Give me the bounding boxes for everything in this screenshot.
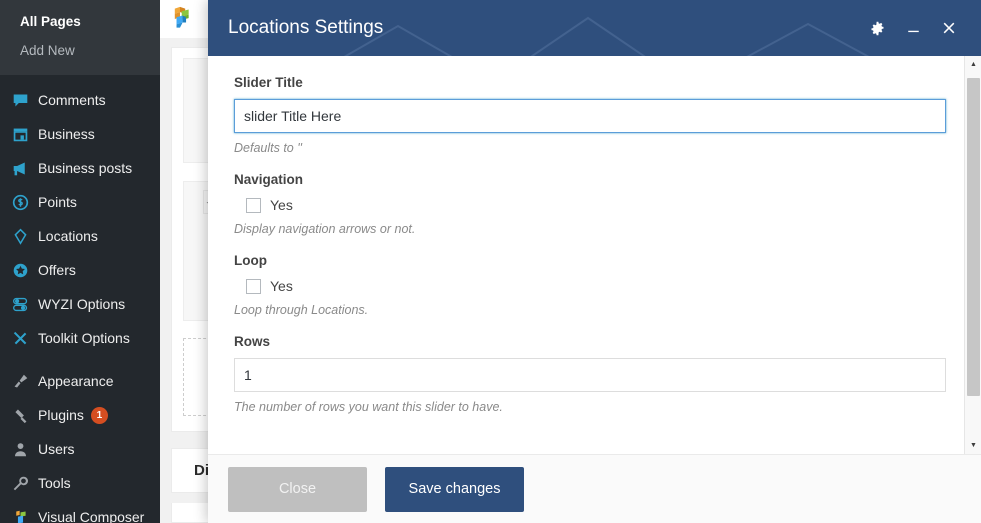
minimize-icon[interactable] bbox=[903, 18, 923, 38]
star-circle-icon bbox=[12, 260, 38, 280]
tools-cross-icon bbox=[12, 328, 38, 348]
checkbox-label: Yes bbox=[270, 197, 293, 213]
modal-footer: Close Save changes bbox=[208, 454, 981, 523]
slider-title-input[interactable] bbox=[234, 99, 946, 133]
admin-sidebar: All Pages Add New Comments Business Busi… bbox=[0, 0, 160, 523]
screen-root: ◀ Di All Pages Add New Comments bbox=[0, 0, 981, 523]
modal-scrollbar[interactable]: ▲ ▼ bbox=[964, 56, 981, 454]
field-slider-title: Slider Title Defaults to '' bbox=[234, 74, 946, 157]
sidebar-item-appearance[interactable]: Appearance bbox=[0, 364, 160, 398]
visual-composer-logo bbox=[174, 6, 189, 28]
checkbox-label: Yes bbox=[270, 278, 293, 294]
toggles-icon bbox=[12, 294, 38, 314]
sidebar-item-visual-composer[interactable]: Visual Composer bbox=[0, 500, 160, 523]
wrench-icon bbox=[12, 473, 38, 493]
field-loop: Loop Yes Loop through Locations. bbox=[234, 252, 938, 319]
sidebar-item-wyzi-options[interactable]: WYZI Options bbox=[0, 287, 160, 321]
close-button[interactable]: Close bbox=[228, 466, 367, 512]
comments-icon bbox=[12, 90, 38, 110]
dollar-circle-icon bbox=[12, 192, 38, 212]
save-changes-button[interactable]: Save changes bbox=[385, 466, 524, 512]
field-description: The number of rows you want this slider … bbox=[234, 400, 503, 414]
close-icon[interactable] bbox=[939, 18, 959, 38]
field-label: Loop bbox=[234, 253, 267, 268]
sidebar-item-add-new[interactable]: Add New bbox=[0, 36, 160, 65]
sidebar-item-label: Visual Composer bbox=[38, 509, 145, 523]
sidebar-item-label: Toolkit Options bbox=[38, 330, 130, 346]
modal-title: Locations Settings bbox=[228, 17, 384, 38]
marker-outline-icon bbox=[12, 226, 38, 246]
loop-checkbox[interactable] bbox=[246, 278, 261, 294]
field-description: Defaults to '' bbox=[234, 141, 302, 155]
sidebar-item-all-pages[interactable]: All Pages bbox=[0, 7, 160, 36]
sidebar-menu-list: Comments Business Business posts Points … bbox=[0, 75, 160, 523]
scrollbar-thumb[interactable] bbox=[967, 78, 980, 396]
vc-blocks-icon bbox=[12, 507, 38, 523]
loop-checkbox-row[interactable]: Yes bbox=[246, 277, 938, 295]
plug-icon bbox=[12, 405, 38, 425]
sidebar-item-points[interactable]: Points bbox=[0, 185, 160, 219]
sidebar-item-locations[interactable]: Locations bbox=[0, 219, 160, 253]
sidebar-item-label: Business posts bbox=[38, 160, 133, 176]
sidebar-item-comments[interactable]: Comments bbox=[0, 83, 160, 117]
sidebar-item-label: Users bbox=[38, 441, 75, 457]
field-description: Loop through Locations. bbox=[234, 303, 369, 317]
sidebar-item-business[interactable]: Business bbox=[0, 117, 160, 151]
sidebar-item-plugins[interactable]: Plugins 1 bbox=[0, 398, 160, 432]
sidebar-item-tools[interactable]: Tools bbox=[0, 466, 160, 500]
sidebar-item-business-posts[interactable]: Business posts bbox=[0, 151, 160, 185]
settings-form: Slider Title Defaults to '' Navigation Y… bbox=[208, 56, 964, 454]
paintbrush-icon bbox=[12, 371, 38, 391]
sidebar-item-toolkit-options[interactable]: Toolkit Options bbox=[0, 321, 160, 355]
modal-body: Slider Title Defaults to '' Navigation Y… bbox=[208, 56, 981, 454]
locations-settings-modal: Locations Settings Slider Title slider T… bbox=[208, 0, 981, 523]
sidebar-separator bbox=[0, 355, 160, 364]
megaphone-icon bbox=[12, 158, 38, 178]
sidebar-item-users[interactable]: Users bbox=[0, 432, 160, 466]
sidebar-item-label: Points bbox=[38, 194, 77, 210]
field-description: Display navigation arrows or not. bbox=[234, 222, 416, 236]
sidebar-item-label: Locations bbox=[38, 228, 98, 244]
sidebar-item-label: Appearance bbox=[38, 373, 114, 389]
field-label: Rows bbox=[234, 334, 271, 349]
storefront-icon bbox=[12, 124, 38, 144]
sidebar-item-label: Plugins bbox=[38, 407, 84, 423]
editor-bottom-panel-label: Di bbox=[194, 462, 209, 479]
gear-icon[interactable] bbox=[867, 18, 887, 38]
modal-header: Locations Settings bbox=[208, 0, 981, 56]
modal-header-actions bbox=[867, 18, 959, 38]
navigation-checkbox[interactable] bbox=[246, 197, 261, 213]
field-navigation: Navigation Yes Display navigation arrows… bbox=[234, 171, 938, 238]
scroll-up-icon[interactable]: ▲ bbox=[965, 56, 981, 73]
sidebar-item-offers[interactable]: Offers bbox=[0, 253, 160, 287]
navigation-checkbox-row[interactable]: Yes bbox=[246, 196, 938, 214]
sidebar-submenu: All Pages Add New bbox=[0, 0, 160, 75]
sidebar-item-label: Comments bbox=[38, 92, 106, 108]
scroll-down-icon[interactable]: ▼ bbox=[965, 437, 981, 454]
sidebar-item-label: Tools bbox=[38, 475, 71, 491]
sidebar-item-label: WYZI Options bbox=[38, 296, 126, 312]
user-icon bbox=[12, 439, 38, 459]
sidebar-item-label: Offers bbox=[38, 262, 76, 278]
sidebar-item-label: Business bbox=[38, 126, 95, 142]
rows-input[interactable] bbox=[234, 358, 946, 392]
plugins-update-badge: 1 bbox=[90, 406, 108, 424]
field-rows: Rows The number of rows you want this sl… bbox=[234, 333, 946, 416]
field-label: Slider Title bbox=[234, 75, 303, 90]
field-label: Navigation bbox=[234, 172, 304, 187]
